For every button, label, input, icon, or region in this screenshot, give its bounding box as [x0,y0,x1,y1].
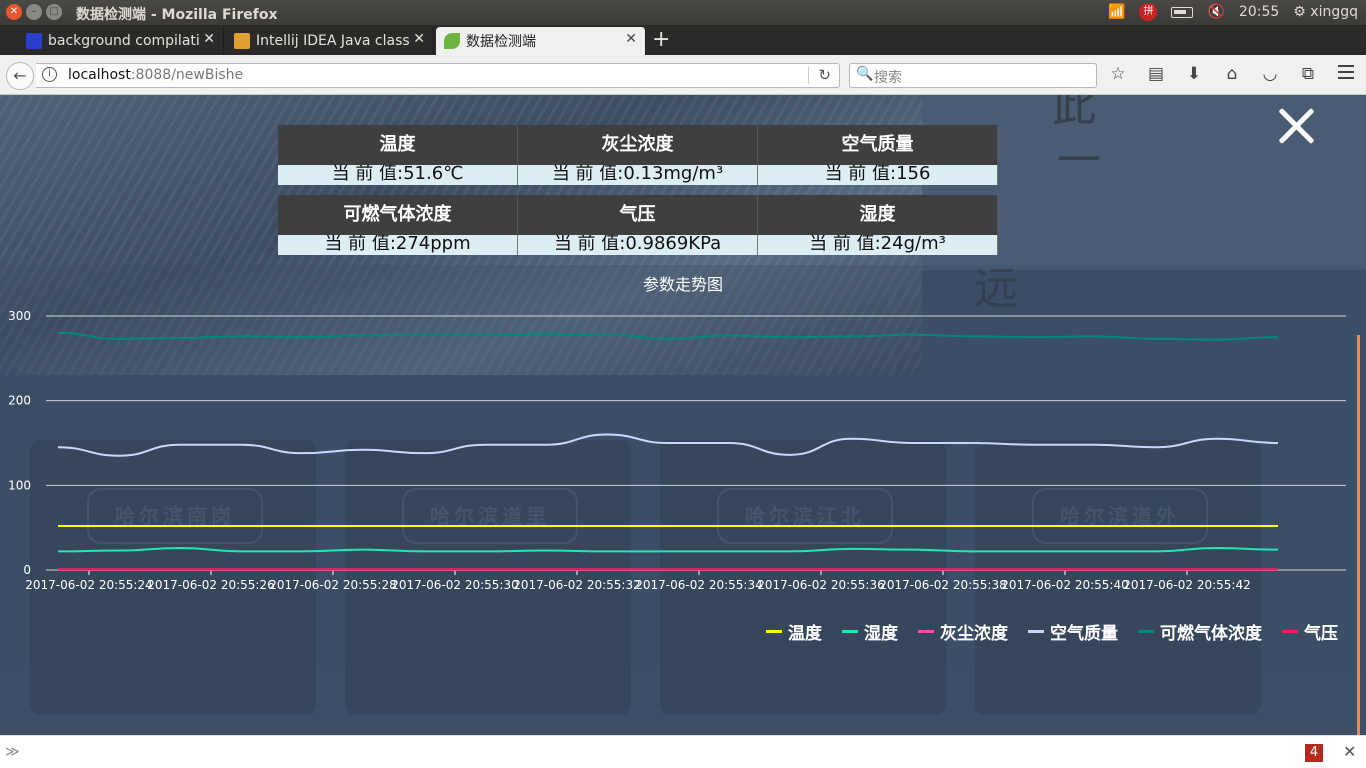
clock[interactable]: 20:55 [1239,4,1279,20]
window-minimize-button[interactable]: – [26,4,42,20]
tab-label: background compilati [48,33,200,49]
y-tick-label: 200 [8,394,31,408]
window-close-button[interactable]: ✕ [6,4,22,20]
chart-legend: 温度 湿度 灰尘浓度 空气质量 可燃气体浓度 气压 [766,619,1338,644]
tab-intellij-idea[interactable]: Intellij IDEA Java class ✕ [226,27,434,55]
home-icon[interactable]: ⌂ [1222,64,1242,84]
tab-close-icon[interactable]: ✕ [413,31,425,47]
search-icon: 🔍 [856,66,874,82]
legend-label: 可燃气体浓度 [1160,624,1262,644]
user-menu[interactable]: ⚙ xinggq [1293,4,1358,20]
os-top-panel: ✕ – □ 数据检测端 - Mozilla Firefox 📶 拼 🔇 20:5… [0,0,1366,25]
series-line-3 [57,433,1279,457]
url-bar[interactable]: i localhost:8088/newBishe ↻ [36,63,840,88]
chevron-right-icon[interactable]: ≫ [5,744,20,760]
x-tick-label: 2017-06-02 20:55:36 [757,578,884,592]
legend-swatch [1138,630,1154,633]
legend-label: 温度 [788,624,822,644]
x-tick-label: 2017-06-02 20:55:24 [25,578,152,592]
battery-icon[interactable] [1171,6,1194,18]
legend-item[interactable]: 灰尘浓度 [918,619,1008,644]
close-icon[interactable]: ✕ [1343,742,1356,761]
legend-swatch [1028,630,1044,633]
legend-item[interactable]: 可燃气体浓度 [1138,619,1262,644]
legend-item[interactable]: 温度 [766,619,822,644]
x-tick-label: 2017-06-02 20:55:26 [147,578,274,592]
volume-muted-icon[interactable]: 🔇 [1207,4,1224,20]
legend-swatch [766,630,782,633]
x-tick-label: 2017-06-02 20:55:38 [879,578,1006,592]
legend-item[interactable]: 湿度 [842,619,898,644]
legend-swatch [1282,630,1298,633]
x-tick-label: 2017-06-02 20:55:34 [635,578,762,592]
tab-strip: background compilati ✕ Intellij IDEA Jav… [0,25,1366,55]
reading-list-icon[interactable]: ▤ [1146,64,1166,84]
reload-icon[interactable]: ↻ [818,66,831,84]
username: xinggq [1310,4,1358,20]
wifi-icon[interactable]: 📶 [1108,4,1125,20]
window-maximize-button[interactable]: □ [46,4,62,20]
download-icon[interactable]: ⬇ [1184,64,1204,84]
url-separator [808,67,809,84]
screenshot-icon[interactable]: ⧉ [1298,64,1318,84]
x-tick-label: 2017-06-02 20:55:42 [1123,578,1250,592]
legend-item[interactable]: 空气质量 [1028,619,1118,644]
search-placeholder: 搜索 [874,70,902,86]
y-tick-label: 0 [23,563,31,577]
legend-label: 空气质量 [1050,624,1118,644]
url-text[interactable]: localhost:8088/newBishe [68,67,243,83]
bottom-status-bar: ≫ 4 ✕ [0,735,1366,768]
bookmark-star-icon[interactable]: ☆ [1108,64,1128,84]
y-tick-label: 300 [8,309,31,323]
tab-label: 数据检测端 [466,34,536,50]
y-tick-label: 100 [8,478,31,492]
back-button[interactable]: ← [6,62,34,90]
series-line-1 [57,546,1279,553]
page-content: 此 一 远 哈尔滨南岗 哈尔滨道里 哈尔滨江北 哈尔滨道外 温度 灰尘浓度 空气… [0,95,1366,735]
x-tick-label: 2017-06-02 20:55:30 [391,578,518,592]
legend-swatch [842,630,858,633]
site-info-icon[interactable]: i [42,67,57,82]
x-tick-label: 2017-06-02 20:55:40 [1001,578,1128,592]
navigation-toolbar: ← i localhost:8088/newBishe ↻ 🔍 搜索 ☆ ▤ ⬇… [0,55,1366,95]
tab-favicon-icon [26,33,42,49]
legend-label: 气压 [1304,624,1338,644]
legend-label: 湿度 [864,624,898,644]
window-title: 数据检测端 - Mozilla Firefox [76,7,278,23]
toolbar-icons: ☆ ▤ ⬇ ⌂ ◡ ⧉ [1108,64,1318,84]
series-line-4 [57,331,1279,341]
tab-close-icon[interactable]: ✕ [625,31,637,47]
pocket-icon[interactable]: ◡ [1260,64,1280,84]
gear-icon: ⚙ [1293,4,1306,20]
legend-item[interactable]: 气压 [1282,619,1338,644]
notification-badge[interactable]: 4 [1305,744,1323,762]
tab-background-compilation[interactable]: background compilati ✕ [18,27,224,55]
search-input[interactable]: 🔍 搜索 [849,63,1097,88]
tab-data-monitor[interactable]: 数据检测端 ✕ [436,27,646,55]
window-controls: ✕ – □ [6,4,62,20]
tab-label: Intellij IDEA Java class [256,33,410,49]
x-tick-label: 2017-06-02 20:55:32 [513,578,640,592]
hamburger-menu-icon[interactable] [1338,65,1354,83]
legend-label: 灰尘浓度 [940,624,1008,644]
spring-leaf-icon [444,33,460,49]
new-tab-button[interactable]: + [652,27,670,53]
tab-close-icon[interactable]: ✕ [203,31,215,47]
tab-favicon-icon [234,33,250,49]
legend-swatch [918,630,934,633]
input-method-icon[interactable]: 拼 [1139,3,1158,21]
system-tray: 📶 拼 🔇 20:55 ⚙ xinggq [1108,3,1358,21]
x-tick-label: 2017-06-02 20:55:28 [269,578,396,592]
